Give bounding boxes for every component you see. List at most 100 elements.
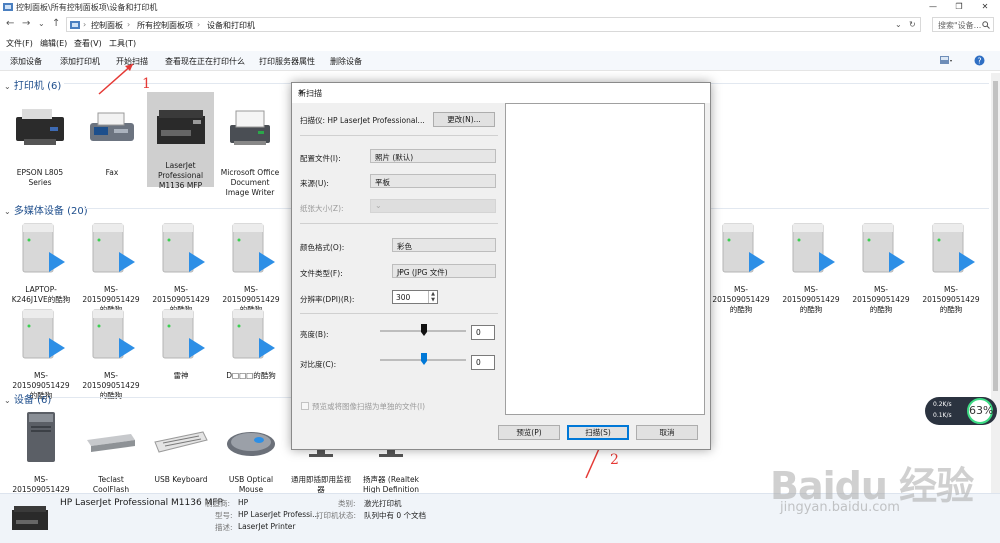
profile-label: 配置文件(I): bbox=[300, 154, 341, 163]
add-printer-button[interactable]: 添加打印机 bbox=[60, 56, 100, 67]
dialog-close-button[interactable]: ✕ bbox=[298, 88, 704, 97]
recent-locations-icon[interactable]: ⌄ bbox=[38, 19, 45, 28]
profile-select[interactable]: 照片 (默认) ⌄ bbox=[370, 149, 496, 163]
media-device-7[interactable]: MS-201509051429的酷狗 bbox=[849, 220, 913, 315]
media-server-icon bbox=[22, 223, 65, 273]
help-icon[interactable]: ? bbox=[974, 55, 985, 66]
svg-text:?: ? bbox=[977, 57, 981, 66]
maximize-button[interactable]: ❐ bbox=[946, 0, 972, 14]
brightness-input[interactable]: 0 bbox=[471, 325, 495, 340]
resolution-spinner[interactable]: ▲ ▼ bbox=[428, 291, 437, 303]
vertical-scrollbar[interactable] bbox=[991, 73, 1000, 493]
address-field[interactable]: › 控制面板 › 所有控制面板项 › 设备和打印机 ⌄ ↻ bbox=[66, 17, 921, 32]
add-device-button[interactable]: 添加设备 bbox=[10, 56, 42, 67]
device-teclast[interactable]: Teclast CoolFlash bbox=[79, 410, 143, 495]
group-media-header[interactable]: ⌄ 多媒体设备 (20) bbox=[4, 202, 88, 217]
computer-tower-icon bbox=[27, 412, 55, 462]
device-computer[interactable]: MS-201509051429 bbox=[9, 410, 73, 495]
minimize-button[interactable]: — bbox=[920, 0, 946, 14]
media-device-6[interactable]: MS-201509051429的酷狗 bbox=[779, 220, 843, 315]
remove-device-button[interactable]: 删除设备 bbox=[330, 56, 362, 67]
collapse-chevron-icon: ⌄ bbox=[4, 396, 11, 405]
up-icon[interactable]: ↑ bbox=[52, 18, 60, 29]
chevron-down-icon: ⌄ bbox=[397, 266, 404, 275]
device-mouse[interactable]: USB Optical Mouse bbox=[219, 410, 283, 495]
media-device-2[interactable]: MS-201509051429的酷狗 bbox=[79, 220, 143, 315]
menu-edit[interactable]: 编辑(E) bbox=[40, 38, 67, 49]
color-format-select[interactable]: 彩色 ⌄ bbox=[392, 238, 496, 252]
contrast-input[interactable]: 0 bbox=[471, 355, 495, 370]
breadcrumb-all-items[interactable]: 所有控制面板项 bbox=[137, 20, 193, 31]
brightness-value: 0 bbox=[476, 328, 481, 337]
see-printing-button[interactable]: 查看现在正在打印什么 bbox=[165, 56, 245, 67]
scanner-label: 扫描仪: HP LaserJet Professional... bbox=[300, 116, 425, 125]
search-input[interactable]: 搜索"设备... bbox=[932, 17, 994, 32]
refresh-icon[interactable]: ↻ bbox=[909, 20, 916, 29]
media-device-11[interactable]: 雷神 bbox=[149, 306, 213, 381]
media-device-4[interactable]: MS-201509051429的酷狗 bbox=[219, 220, 283, 315]
device-ms-office-writer[interactable]: Microsoft Office Document Image Writer bbox=[218, 103, 282, 198]
new-scan-dialog: 新扫描 ✕ 扫描仪: HP LaserJet Professional... 更… bbox=[291, 82, 711, 450]
menu-tools[interactable]: 工具(T) bbox=[109, 38, 136, 49]
media-device-3[interactable]: MS-201509051429的酷狗 bbox=[149, 220, 213, 315]
view-options-icon[interactable] bbox=[940, 56, 952, 66]
cancel-button[interactable]: 取消 bbox=[636, 425, 698, 440]
device-label: USB Optical Mouse bbox=[228, 475, 274, 494]
media-device-5[interactable]: MS-201509051429的酷狗 bbox=[709, 220, 773, 315]
resolution-input[interactable]: 300 ▲ ▼ bbox=[392, 290, 438, 304]
divider bbox=[300, 313, 498, 314]
group-printers-header[interactable]: ⌄ 打印机 (6) bbox=[4, 77, 61, 92]
address-dropdown-icon[interactable]: ⌄ bbox=[895, 20, 902, 29]
media-device-12[interactable]: D□□□的酷狗 bbox=[219, 306, 283, 381]
details-model-key: 型号: bbox=[215, 511, 233, 520]
close-button[interactable]: ✕ bbox=[972, 0, 998, 14]
device-keyboard[interactable]: USB Keyboard bbox=[149, 410, 213, 485]
print-server-properties-button[interactable]: 打印服务器属性 bbox=[259, 56, 315, 67]
breadcrumb-devices-printers[interactable]: 设备和打印机 bbox=[207, 20, 255, 31]
preview-button[interactable]: 预览(P) bbox=[498, 425, 560, 440]
download-speed: 0.1K/s bbox=[933, 412, 952, 419]
details-manufacturer-value: HP bbox=[238, 498, 249, 507]
device-label: MS-201509051429的酷狗 bbox=[852, 285, 910, 314]
details-category-value: 激光打印机 bbox=[364, 499, 402, 508]
breadcrumb-separator: › bbox=[127, 20, 131, 29]
change-scanner-button[interactable]: 更改(N)... bbox=[433, 112, 495, 127]
media-device-9[interactable]: MS-201509051429的酷狗 bbox=[9, 306, 73, 401]
device-fax[interactable]: Fax bbox=[80, 103, 144, 178]
menu-file[interactable]: 文件(F) bbox=[6, 38, 33, 49]
media-device-8[interactable]: MS-201509051429的酷狗 bbox=[919, 220, 983, 315]
media-server-icon bbox=[92, 223, 135, 273]
media-server-icon bbox=[232, 223, 275, 273]
media-server-icon bbox=[722, 223, 765, 273]
device-epson[interactable]: EPSON L805 Series bbox=[8, 103, 72, 188]
brightness-slider-thumb[interactable] bbox=[421, 324, 427, 336]
scan-button[interactable]: 扫描(S) bbox=[567, 425, 629, 440]
paper-size-select[interactable]: ⌄ bbox=[370, 199, 496, 213]
device-label: Microsoft Office Document Image Writer bbox=[220, 168, 280, 197]
collapse-chevron-icon: ⌄ bbox=[4, 207, 11, 216]
window-title: 控制面板\所有控制面板项\设备和打印机 bbox=[16, 3, 158, 12]
separate-files-label: 预览或将图像扫描为单独的文件(I) bbox=[312, 402, 426, 411]
file-type-select[interactable]: JPG (JPG 文件) ⌄ bbox=[392, 264, 496, 278]
scan-preview-area bbox=[505, 103, 705, 415]
source-select[interactable]: 平板 ⌄ bbox=[370, 174, 496, 188]
group-devices-header[interactable]: ⌄ 设备 (6) bbox=[4, 391, 51, 406]
upload-speed: 0.2K/s bbox=[933, 401, 952, 408]
device-label: LaserJet Professional M1136 MFP bbox=[157, 161, 204, 190]
contrast-value: 0 bbox=[476, 358, 481, 367]
contrast-slider-thumb[interactable] bbox=[421, 353, 427, 365]
breadcrumb-control-panel[interactable]: 控制面板 bbox=[91, 20, 123, 31]
device-hp-laserjet-selected[interactable]: LaserJet Professional M1136 MFP bbox=[147, 92, 214, 190]
back-icon[interactable]: ← bbox=[6, 18, 14, 29]
forward-icon[interactable]: → bbox=[22, 18, 30, 29]
media-device-10[interactable]: MS-201509051429的酷狗 bbox=[79, 306, 143, 401]
group-printers-title: 打印机 (6) bbox=[13, 81, 62, 92]
memory-percent: 63% bbox=[967, 398, 993, 424]
media-device-1[interactable]: LAPTOP-K246J1VE的酷狗 bbox=[9, 220, 73, 305]
separate-files-checkbox[interactable] bbox=[301, 402, 309, 410]
media-server-icon bbox=[22, 309, 65, 359]
menu-view[interactable]: 查看(V) bbox=[74, 38, 102, 49]
details-printer-status-value: 队列中有 0 个文档 bbox=[364, 511, 427, 520]
details-desc-key: 描述: bbox=[215, 523, 233, 532]
scrollbar-thumb[interactable] bbox=[993, 81, 998, 391]
